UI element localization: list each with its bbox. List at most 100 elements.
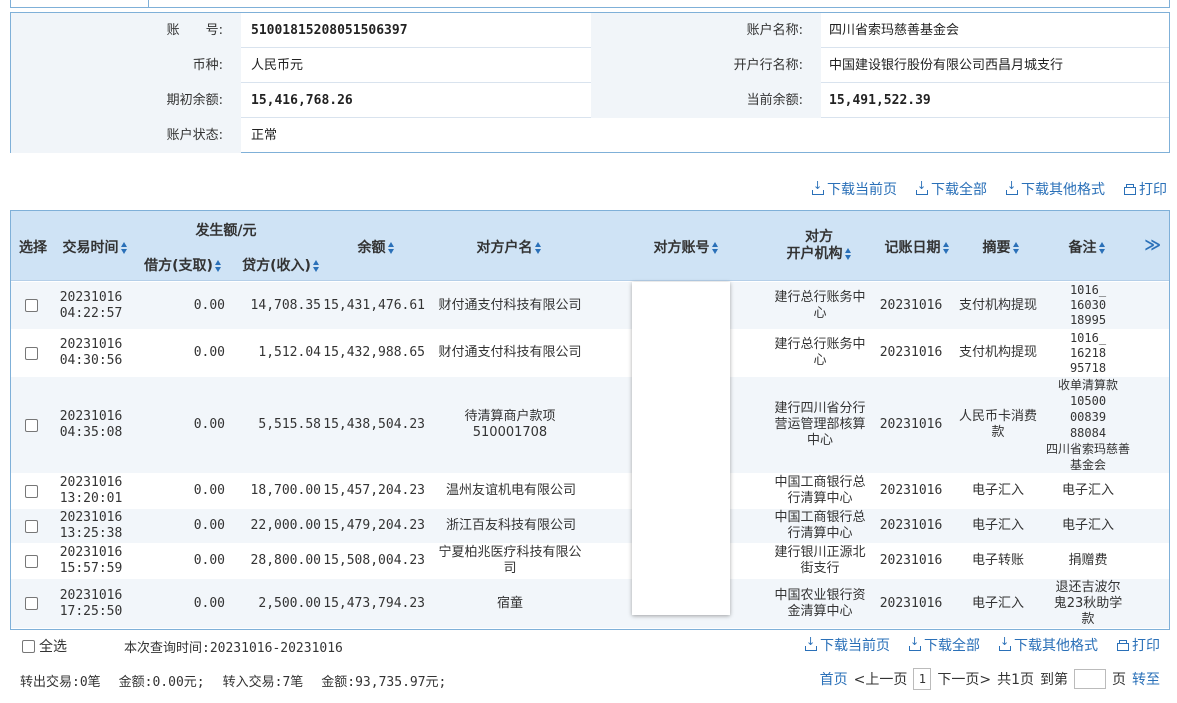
counter-name-cell: 财付通支付科技有限公司 [438, 345, 582, 360]
header-book-date[interactable]: 记账日期 [877, 237, 957, 257]
trade-date: 20231016 [59, 587, 123, 603]
summary-cell: 电子汇入 [971, 483, 1024, 498]
tab-strip-border [148, 0, 1170, 8]
header-credit[interactable]: 贷方(收入) [233, 255, 329, 275]
download-current-page-link[interactable]: 下载当前页 [811, 179, 897, 199]
row-checkbox[interactable] [23, 377, 39, 473]
row-checkbox[interactable] [23, 474, 39, 508]
header-trade-time[interactable]: 交易时间 [55, 237, 135, 257]
header-summary[interactable]: 摘要 [961, 237, 1041, 257]
trade-time: 04:35:08 [59, 425, 123, 440]
balance-cell: 15,432,988.65 [323, 345, 425, 360]
debit-cell: 0.00 [193, 553, 225, 568]
header-balance[interactable]: 余额 [341, 237, 411, 257]
row-checkbox[interactable] [23, 509, 39, 543]
in-amount: 金额:93,735.97元; [321, 675, 447, 690]
trade-date: 20231016 [59, 510, 123, 525]
download-all-link[interactable]: 下载全部 [915, 179, 987, 199]
trade-date: 20231016 [59, 337, 123, 352]
bank-name-value: 中国建设银行股份有限公司西昌月城支行 [829, 58, 1064, 73]
table-header: 选择 交易时间 发生额/元 借方(支取) 贷方(收入) 余额 对方户名 对方账号… [11, 211, 1169, 281]
query-time-text: 本次查询时间:20231016-20231016 [124, 641, 343, 656]
download-all-link[interactable]: 下载全部 [908, 635, 980, 655]
counter-name-cell: 温州友谊机电有限公司 [445, 483, 576, 498]
opening-balance-value: 15,416,768.26 [251, 93, 353, 108]
counter-name-cell: 浙江百友科技有限公司 [445, 518, 576, 533]
go-button[interactable]: 转至 [1132, 669, 1160, 689]
header-counter-name[interactable]: 对方户名 [459, 237, 559, 257]
page-unit-label: 页 [1112, 672, 1126, 688]
transaction-table: 选择 交易时间 发生额/元 借方(支取) 贷方(收入) 余额 对方户名 对方账号… [10, 210, 1170, 630]
download-other-format-link[interactable]: 下载其他格式 [998, 635, 1098, 655]
counter-bank-cell: 中国工商银行总行清算中心 [774, 475, 866, 506]
trade-time-cell: 20231016 15:57:59 [55, 544, 127, 578]
download-current-label: 下载当前页 [820, 638, 890, 654]
trade-time-cell: 20231016 04:22:57 [55, 282, 127, 329]
account-status-label: 账户状态: [11, 118, 241, 153]
sort-icon [711, 242, 719, 254]
row-checkbox[interactable] [23, 544, 39, 578]
counter-bank-cell: 建行银川正源北街支行 [774, 545, 866, 576]
current-balance-label: 当前余额: [591, 83, 821, 118]
select-all-control[interactable]: 全选 [22, 636, 67, 656]
active-tab[interactable] [10, 0, 149, 8]
header-remark-label: 备注 [1068, 240, 1097, 256]
remark-cell: 退还吉波尔鬼23秋助学款 [1053, 579, 1123, 627]
printer-icon [1123, 183, 1136, 196]
row-checkbox[interactable] [23, 282, 39, 329]
remark-cell: 捐赠费 [1068, 553, 1108, 568]
more-columns-icon[interactable]: ≫ [1144, 235, 1161, 254]
balance-cell: 15,457,204.23 [323, 483, 425, 498]
print-link[interactable]: 打印 [1116, 635, 1160, 655]
summary-cell: 支付机构提现 [959, 297, 1038, 313]
download-other-format-link[interactable]: 下载其他格式 [1005, 179, 1105, 199]
balance-cell: 15,479,204.23 [323, 518, 425, 533]
trade-time-cell: 20231016 04:35:08 [55, 377, 127, 473]
select-all-checkbox[interactable] [22, 639, 35, 653]
table-row: 20231016 13:20:01 0.00 18,700.00 15,457,2… [11, 474, 1169, 509]
currency-label: 币种: [11, 48, 241, 83]
header-summary-label: 摘要 [982, 240, 1011, 256]
header-counter-account[interactable]: 对方账号 [636, 237, 736, 257]
header-remark[interactable]: 备注 [1047, 237, 1127, 257]
row-checkbox[interactable] [23, 579, 39, 628]
header-book-date-label: 记账日期 [884, 240, 941, 256]
redaction-box [632, 282, 730, 615]
header-counter-bank-line2: 开户机构 [786, 246, 843, 262]
goto-label: 到第 [1040, 672, 1068, 688]
debit-cell: 0.00 [193, 297, 225, 313]
remark-cell: 电子汇入 [1061, 483, 1114, 498]
download-current-page-link[interactable]: 下载当前页 [804, 635, 890, 655]
print-label: 打印 [1139, 182, 1167, 198]
sort-icon [1012, 242, 1020, 254]
trade-time-cell: 20231016 13:20:01 [55, 474, 127, 508]
page-number-input[interactable] [1074, 669, 1106, 689]
select-all-label: 全选 [39, 639, 67, 655]
pagination: 首页 <上一页 1 下一页> 共1页 到第 页 转至 [820, 666, 1160, 692]
next-page-link[interactable]: 下一页> [937, 669, 991, 689]
balance-cell: 15,473,794.23 [323, 595, 425, 611]
download-all-label: 下载全部 [924, 638, 980, 654]
summary-cell: 支付机构提现 [959, 345, 1038, 360]
row-checkbox[interactable] [23, 330, 39, 376]
counter-bank-cell: 建行总行账务中心 [774, 337, 866, 368]
prev-page-link[interactable]: <上一页 [854, 669, 908, 689]
sort-icon [120, 242, 128, 254]
sort-icon [534, 242, 542, 254]
first-page-link[interactable]: 首页 [820, 669, 848, 689]
debit-cell: 0.00 [193, 518, 225, 533]
in-count: 转入交易:7笔 [222, 675, 304, 690]
print-link[interactable]: 打印 [1123, 179, 1167, 199]
download-icon [804, 635, 817, 652]
info-row-status: 账户状态: 正常 [11, 118, 1169, 153]
top-toolbar: 下载当前页 下载全部 下载其他格式 打印 [811, 179, 1167, 199]
summary-cell: 电子转账 [971, 553, 1024, 568]
currency-value: 人民币元 [251, 58, 304, 73]
account-status-value: 正常 [251, 128, 278, 143]
trade-time-cell: 20231016 04:30:56 [55, 330, 127, 376]
remark-cell: 1016_ 16218 95718 [1069, 330, 1107, 375]
header-debit[interactable]: 借方(支取) [135, 255, 231, 275]
bottom-toolbar: 下载当前页 下载全部 下载其他格式 打印 [804, 635, 1160, 655]
counter-bank-cell: 建行总行账务中心 [774, 289, 866, 321]
header-counter-bank[interactable]: 对方 开户机构 [769, 229, 869, 263]
